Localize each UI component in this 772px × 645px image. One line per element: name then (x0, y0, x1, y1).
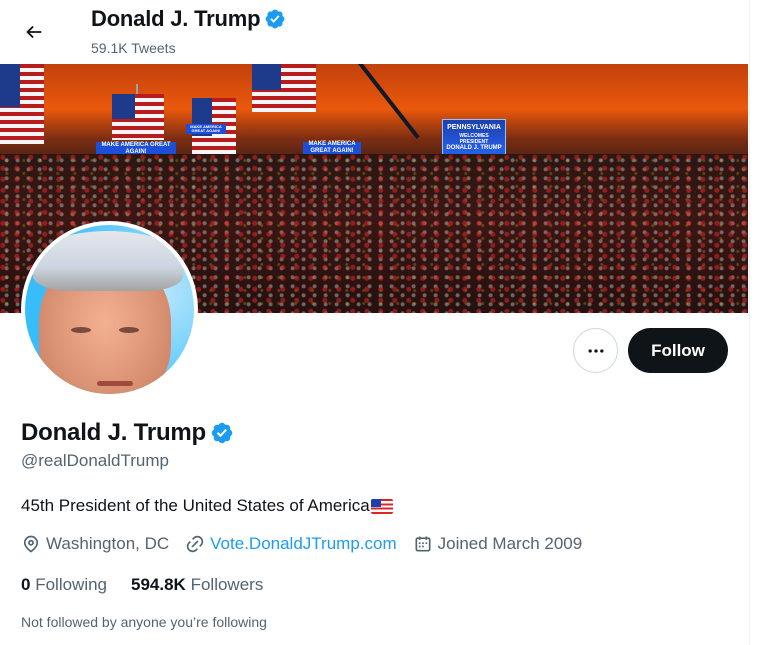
verified-badge-icon (264, 8, 286, 30)
bio-text: 45th President of the United States of A… (21, 496, 370, 515)
back-button[interactable] (16, 14, 52, 50)
profile-handle: @realDonaldTrump (21, 451, 169, 470)
us-flag-icon (370, 498, 393, 514)
profile-display-name: Donald J. Trump (21, 419, 207, 446)
profile-meta: Washington, DC Vote.DonaldJTrump.com Joi… (21, 534, 598, 554)
followers-link[interactable]: 594.8K Followers (131, 575, 263, 595)
profile-stats: 0 Following 594.8K Followers (21, 575, 287, 595)
profile-bio: 45th President of the United States of A… (21, 496, 393, 516)
joined-text: Joined March 2009 (437, 534, 583, 553)
link-icon (186, 535, 204, 553)
profile-location: Washington, DC (21, 534, 169, 554)
column-divider (749, 0, 750, 645)
banner-sign: MAKE AMERICA GREAT AGAIN! (303, 141, 361, 154)
calendar-icon (415, 536, 431, 552)
following-label: Following (35, 575, 108, 594)
profile-page: Donald J. Trump 59.1K Tweets MAKE AMERIC… (0, 0, 750, 645)
arrow-left-icon (26, 25, 42, 39)
camera-crane (358, 64, 420, 139)
profile-website: Vote.DonaldJTrump.com (185, 534, 397, 554)
website-link[interactable]: Vote.DonaldJTrump.com (210, 534, 396, 554)
banner-flag (0, 64, 44, 144)
more-horizontal-icon (588, 348, 603, 353)
header-display-name: Donald J. Trump (91, 6, 261, 31)
more-options-button[interactable] (573, 328, 618, 373)
banner-flag (252, 64, 316, 112)
followers-count: 594.8K (131, 575, 186, 594)
location-text: Washington, DC (46, 534, 170, 553)
not-followed-notice: Not followed by anyone you’re following (21, 614, 267, 630)
banner-flag (112, 94, 164, 140)
header-tweet-count: 59.1K Tweets (91, 40, 176, 56)
banner-big-sign: PENNSYLVANIA WELCOMES PRESIDENT DONALD J… (442, 119, 506, 157)
profile-name-row: Donald J. Trump (21, 419, 234, 447)
profile-header: Donald J. Trump 59.1K Tweets (0, 0, 750, 64)
profile-joined-date: Joined March 2009 (413, 534, 583, 554)
big-sign-line: PENNSYLVANIA (447, 124, 501, 131)
following-count: 0 (21, 575, 31, 594)
location-pin-icon (23, 535, 39, 553)
followers-label: Followers (190, 575, 264, 594)
header-title-row: Donald J. Trump (91, 6, 286, 32)
follow-button[interactable]: Follow (628, 328, 728, 373)
verified-badge-icon (210, 421, 234, 445)
big-sign-line: DONALD J. TRUMP (446, 145, 502, 152)
avatar-hair (33, 231, 183, 291)
following-link[interactable]: 0 Following (21, 575, 107, 595)
flag-pole (136, 84, 138, 94)
banner-sign: MAKE AMERICA GREAT AGAIN! (186, 124, 226, 134)
profile-avatar[interactable] (21, 221, 198, 398)
